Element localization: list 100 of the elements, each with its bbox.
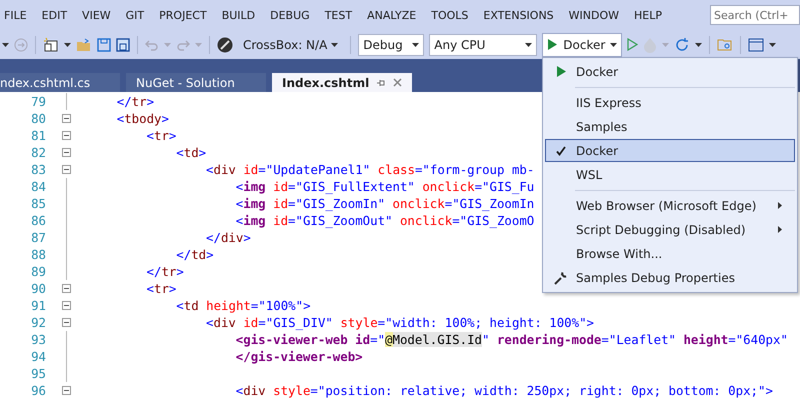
menu-item[interactable]: Samples <box>545 115 795 138</box>
platform-dropdown[interactable]: Any CPU <box>429 34 538 56</box>
code-line: </div> <box>205 229 251 246</box>
line-number: 92 <box>30 315 46 330</box>
caret-icon <box>2 42 9 46</box>
code-line: <div id="GIS_DIV" style="width: 100%; height: 100%"> <box>205 314 594 331</box>
caret-icon <box>662 42 670 46</box>
document-tab[interactable]: NuGet - Solution <box>126 73 266 92</box>
collapse-icon[interactable] <box>62 318 71 327</box>
collapse-icon[interactable] <box>62 301 71 310</box>
caret-icon <box>412 42 420 46</box>
menu-item[interactable]: Samples Debug Properties <box>545 266 795 289</box>
collapse-icon[interactable] <box>62 114 71 123</box>
document-tab[interactable]: ndex.cshtml.cs <box>0 73 120 92</box>
code-line: <div style="position: relative; width: 250px; right: 0px; bottom: 0px;"> <box>234 382 773 399</box>
line-number: 93 <box>30 332 46 347</box>
configuration-dropdown[interactable]: Debug <box>358 34 424 56</box>
close-icon[interactable] <box>393 78 402 87</box>
play-icon <box>547 38 558 51</box>
line-number: 95 <box>30 366 46 381</box>
caret-icon <box>610 42 618 46</box>
line-number: 89 <box>30 264 46 279</box>
window-icon[interactable] <box>748 38 764 52</box>
crossbox-dropdown[interactable]: CrossBox: N/A <box>238 34 344 56</box>
caret-icon <box>195 42 202 46</box>
play-icon <box>556 65 566 78</box>
new-project-icon[interactable] <box>43 36 59 52</box>
code-line: <tr> <box>146 127 176 144</box>
line-number: 94 <box>30 349 46 364</box>
collapse-icon[interactable] <box>62 165 71 174</box>
caret-icon <box>331 42 338 46</box>
line-number: 84 <box>30 179 46 194</box>
play-icon <box>627 38 638 51</box>
code-line: <td height="100%"> <box>175 297 311 314</box>
code-line: </td> <box>175 246 214 263</box>
code-line: <tbody> <box>116 110 169 127</box>
menu-bar-item[interactable]: WINDOW <box>568 8 620 22</box>
open-folder-icon[interactable] <box>76 38 92 52</box>
check-icon <box>556 146 566 156</box>
menu-bar-item[interactable]: TOOLS <box>431 8 468 22</box>
caret-icon <box>525 42 532 46</box>
line-number: 87 <box>30 230 46 245</box>
caret-icon <box>164 42 171 46</box>
menu-bar-item[interactable]: TEST <box>324 8 352 22</box>
caret-icon <box>769 42 776 46</box>
code-line: </gis-viewer-web> <box>234 348 363 365</box>
line-number: 81 <box>30 128 46 143</box>
menu-item[interactable]: Web Browser (Microsoft Edge) <box>545 194 795 217</box>
wrench-icon <box>554 270 568 284</box>
line-number: 86 <box>30 213 46 228</box>
line-number: 85 <box>30 196 46 211</box>
line-number: 96 <box>30 383 46 398</box>
menu-bar-item[interactable]: DEBUG <box>270 8 310 22</box>
code-line: <div id="UpdatePanel1" class="form-group mb- <box>205 161 534 178</box>
line-number: 79 <box>30 94 46 109</box>
menu-bar-item[interactable]: PROJECT <box>159 8 207 22</box>
line-number: 82 <box>30 145 46 160</box>
save-all-icon[interactable] <box>116 38 130 52</box>
submenu-arrow-icon <box>778 202 782 209</box>
menu-item[interactable]: Docker <box>545 139 795 162</box>
menu-bar-item[interactable]: VIEW <box>82 8 111 22</box>
code-line: <gis-viewer-web id="@Model.GIS.Id" rendering-mode="Leaflet" height="640px" <box>234 331 788 348</box>
menu-bar-item[interactable]: EDIT <box>42 8 68 22</box>
code-line: <img id="GIS_ZoomOut" onclick="GIS_ZoomO <box>234 212 534 229</box>
line-number: 90 <box>30 281 46 296</box>
menu-item[interactable]: Script Debugging (Disabled) <box>545 218 795 241</box>
code-line: </tr> <box>146 263 184 280</box>
menu-item[interactable]: Browse With... <box>545 242 795 265</box>
line-number: 91 <box>30 298 46 313</box>
save-icon[interactable] <box>97 38 111 52</box>
folder-search-icon[interactable] <box>717 38 734 52</box>
code-line: <img id="GIS_ZoomIn" onclick="GIS_ZoomIn <box>234 195 534 212</box>
search-field[interactable]: Search (Ctrl+ <box>710 5 800 25</box>
menu-bar-item[interactable]: ANALYZE <box>367 8 416 22</box>
menu-bar-item[interactable]: BUILD <box>222 8 256 22</box>
collapse-icon[interactable] <box>62 386 71 395</box>
line-number: 80 <box>30 111 46 126</box>
line-number: 83 <box>30 162 46 177</box>
code-line: <img id="GIS_FullExtent" onclick="GIS_Fu <box>234 178 534 195</box>
menu-bar-item[interactable]: EXTENSIONS <box>483 8 554 22</box>
menu-bar-item[interactable]: HELP <box>634 8 662 22</box>
caret-icon <box>64 42 71 46</box>
run-button[interactable]: Docker <box>542 32 622 56</box>
submenu-arrow-icon <box>778 226 782 233</box>
line-number: 88 <box>30 247 46 262</box>
menu-item[interactable]: Docker <box>545 60 795 83</box>
collapse-icon[interactable] <box>62 284 71 293</box>
document-tab[interactable]: Index.cshtml <box>272 73 412 92</box>
collapse-icon[interactable] <box>62 131 71 140</box>
menu-bar-item[interactable]: FILE <box>4 8 27 22</box>
menu-item[interactable]: IIS Express <box>545 91 795 114</box>
code-line: <tr> <box>146 280 176 297</box>
code-line: </tr> <box>116 93 154 110</box>
refresh-icon[interactable] <box>674 36 690 52</box>
menu-bar-item[interactable]: GIT <box>126 8 144 22</box>
pin-icon[interactable] <box>377 78 386 86</box>
disabled-icon <box>217 36 233 52</box>
collapse-icon[interactable] <box>62 148 71 157</box>
menu-item[interactable]: WSL <box>545 163 795 186</box>
caret-icon <box>695 42 702 46</box>
